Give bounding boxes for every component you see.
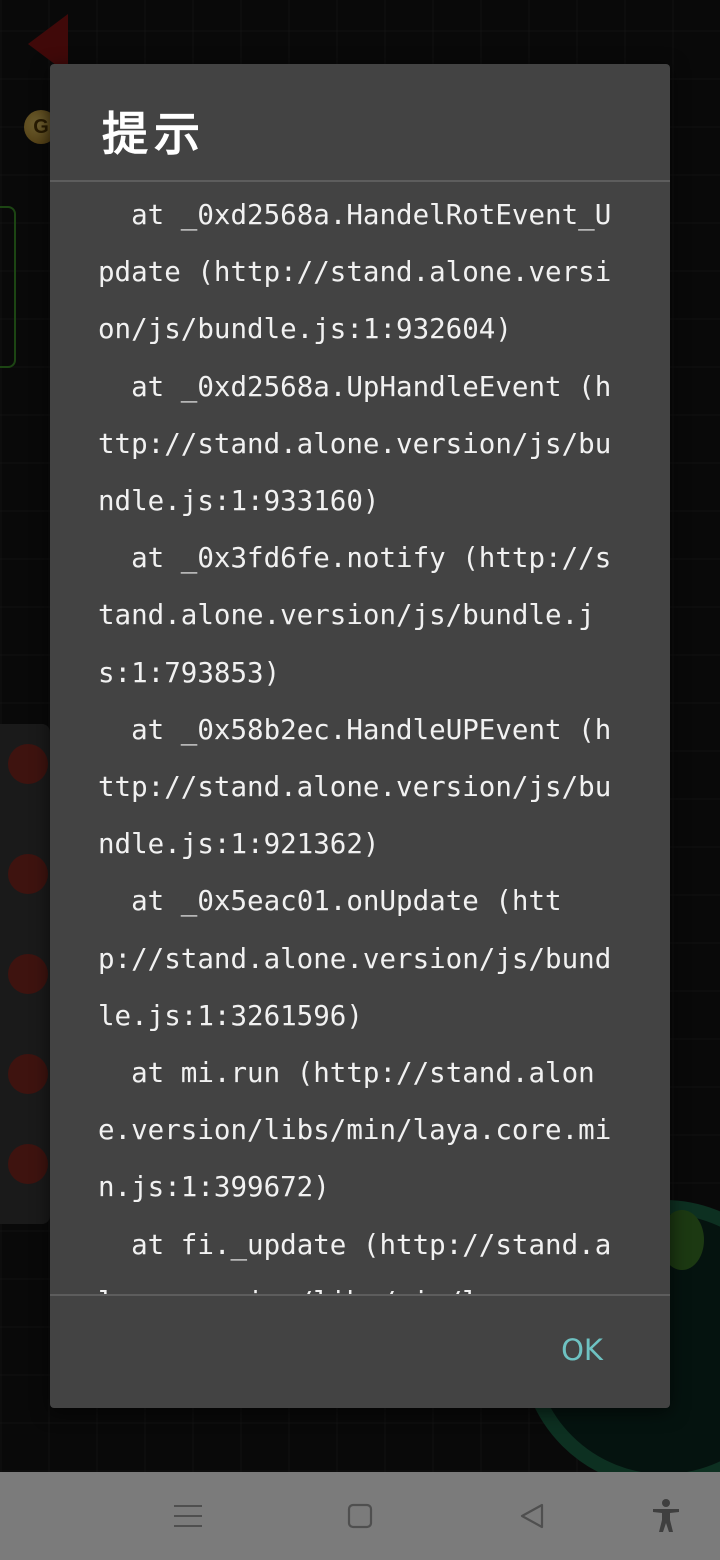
accessibility-icon [653,1499,679,1532]
stack-line: at _0x3fd6fe.notify (http://stand.alone.… [98,542,612,689]
stack-line: at _0x58b2ec.HandleUPEvent (http://stand… [98,713,612,861]
home-button[interactable] [332,1488,388,1544]
stack-line: at _0xd2568a.UpHandleEvent (http://stand… [98,370,612,518]
back-triangle-icon [520,1503,544,1529]
stack-line: at _0xd2568a.HandelRotEvent_Update (http… [98,199,612,346]
message-scroll-area[interactable]: at _0xd2568a.HandelRotEvent_Update (http… [50,182,670,1294]
back-button[interactable] [504,1488,560,1544]
stack-line: at fi._update (http://stand.alone.versio… [98,1228,612,1294]
button-divider [50,1294,670,1296]
alert-dialog: 提示 at _0xd2568a.HandelRotEvent_Update (h… [50,64,670,1408]
stack-line: at mi.run (http://stand.alone.version/li… [98,1057,612,1204]
menu-icon [174,1505,202,1527]
menu-button[interactable] [160,1488,216,1544]
dialog-title: 提示 [102,107,206,161]
stack-line: at _0x5eac01.onUpdate (http://stand.alon… [98,885,612,1032]
navigation-bar [0,1472,720,1560]
square-icon [347,1503,373,1529]
error-stack-trace: at _0xd2568a.HandelRotEvent_Update (http… [98,187,620,1294]
accessibility-button[interactable] [638,1488,694,1544]
ok-button[interactable]: OK [540,1318,624,1382]
